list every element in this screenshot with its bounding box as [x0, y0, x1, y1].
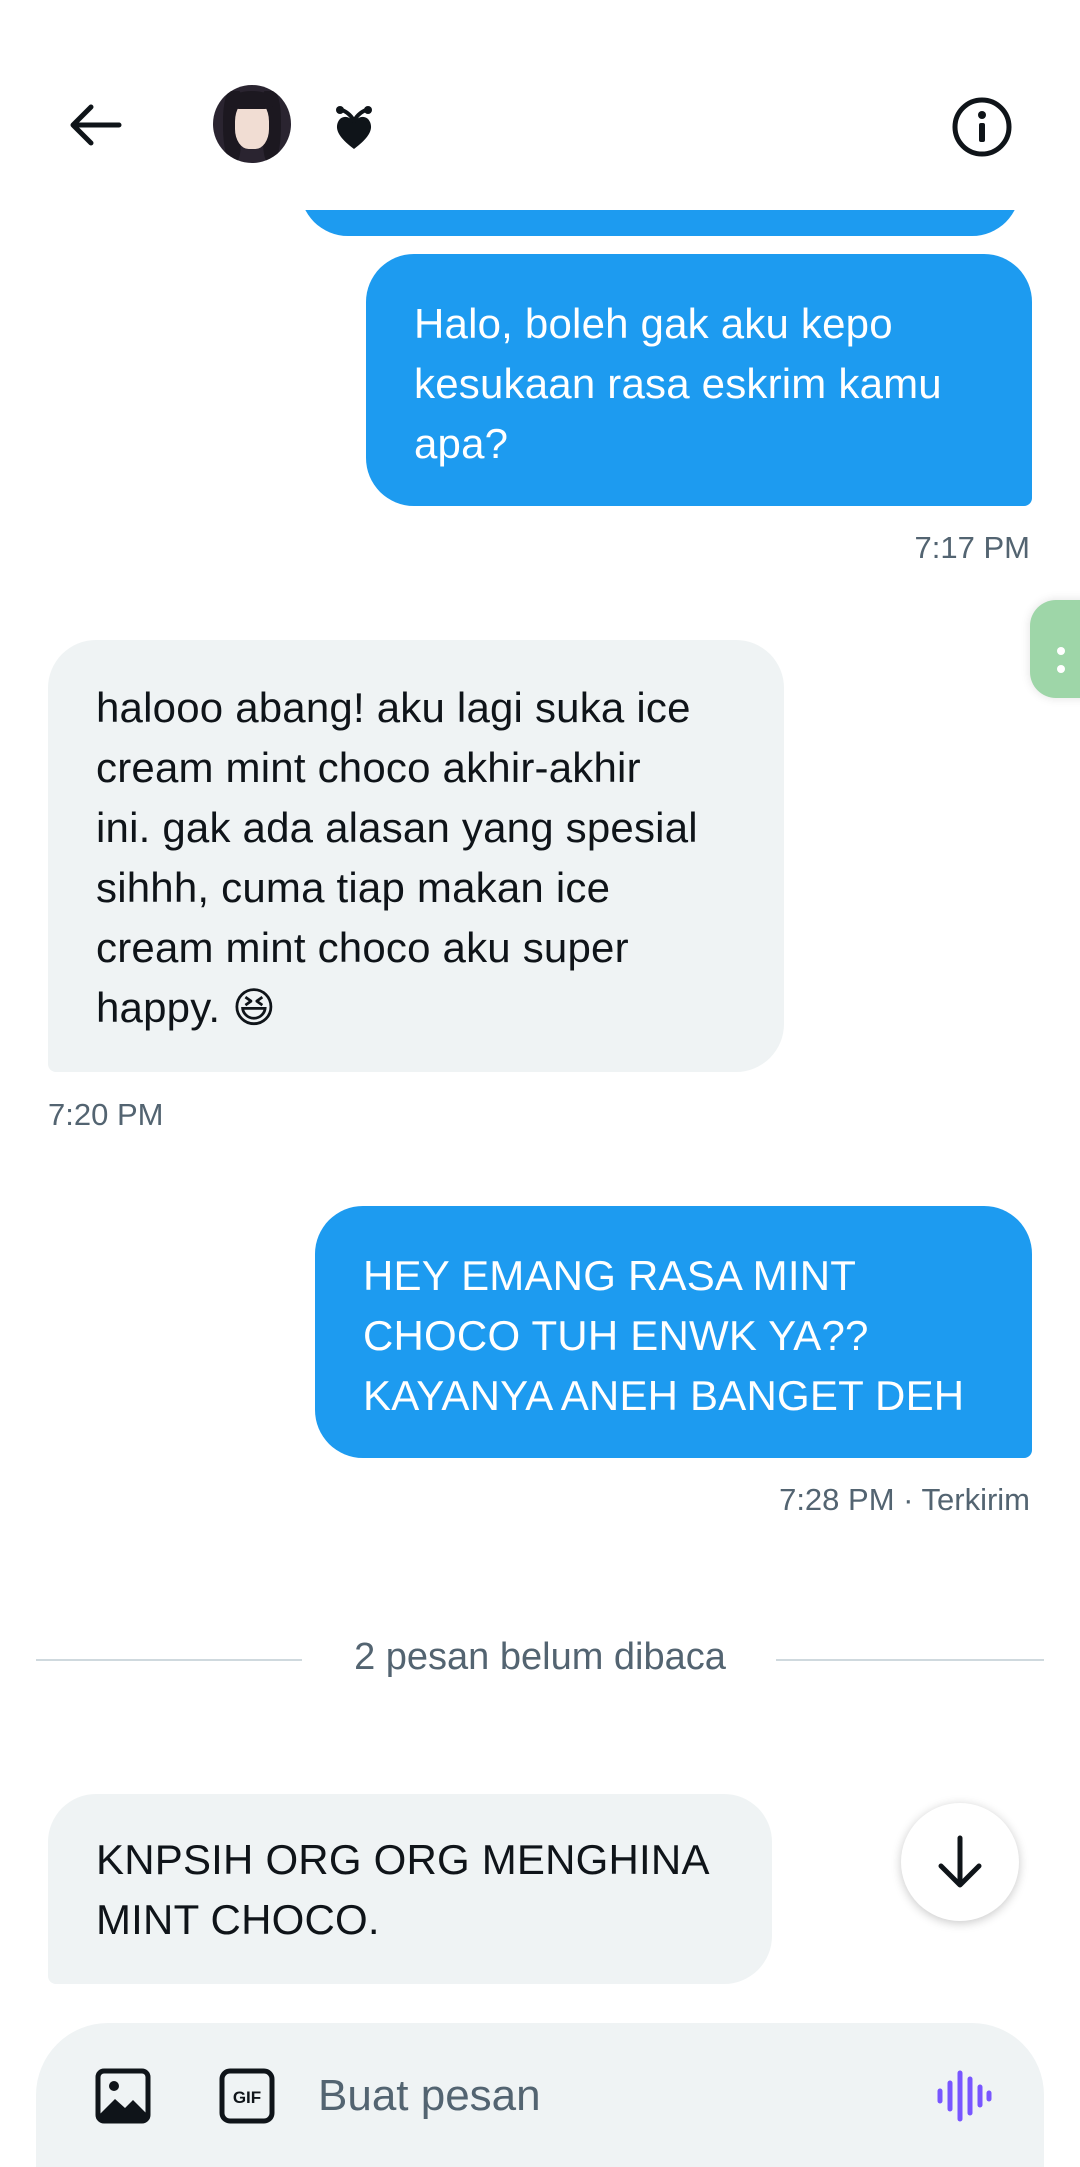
add-image-button[interactable]	[94, 2067, 152, 2125]
message-bubble-received[interactable]: KNPSIH ORG ORG MENGHINA MINT CHOCO.	[48, 1794, 772, 1984]
voice-waveform-icon	[937, 2070, 992, 2122]
voice-message-button[interactable]	[934, 2067, 994, 2125]
message-composer: GIF	[36, 2023, 1044, 2167]
scroll-down-arrow-icon	[938, 1835, 982, 1888]
message-bubble-sent[interactable]: Halo, boleh gak aku kepo kesukaan rasa e…	[366, 254, 1032, 506]
message-timestamp: 7:20 PM	[48, 1097, 164, 1132]
unread-messages-divider: 2 pesan belum dibaca	[36, 1630, 1044, 1690]
message-input[interactable]	[318, 2065, 898, 2127]
contact-avatar[interactable]	[213, 85, 291, 163]
message-bubble-sent[interactable]: HEY EMANG RASA MINT CHOCO TUH ENWK YA?? …	[315, 1206, 1032, 1458]
svg-text:GIF: GIF	[233, 2088, 261, 2107]
floating-side-tab[interactable]	[1030, 600, 1080, 698]
message-text: halooo abang! aku lagi suka ice cream mi…	[96, 684, 698, 1031]
dm-conversation-screen: Halo, boleh gak aku kepo kesukaan rasa e…	[0, 0, 1080, 2167]
contact-name-emoji[interactable]	[332, 105, 382, 155]
scroll-to-bottom-button[interactable]	[901, 1803, 1019, 1921]
more-dots-icon	[1057, 642, 1080, 673]
image-icon	[95, 2068, 151, 2124]
conversation-header	[0, 0, 1080, 210]
divider-line	[776, 1659, 1044, 1661]
back-arrow-icon	[70, 104, 122, 146]
message-text: HEY EMANG RASA MINT CHOCO TUH ENWK YA?? …	[363, 1252, 965, 1419]
message-status-timestamp: 7:28 PM · Terkirim	[779, 1482, 1030, 1517]
conversation-info-button[interactable]	[950, 95, 1014, 159]
message-text: Halo, boleh gak aku kepo kesukaan rasa e…	[414, 300, 942, 467]
heart-flourish-icon	[336, 106, 372, 149]
message-bubble-received[interactable]: halooo abang! aku lagi suka ice cream mi…	[48, 640, 784, 1072]
info-icon	[952, 97, 1012, 157]
message-timestamp: 7:17 PM	[914, 530, 1030, 565]
add-gif-button[interactable]: GIF	[218, 2067, 276, 2125]
message-text: KNPSIH ORG ORG MENGHINA MINT CHOCO.	[96, 1836, 710, 1943]
back-button[interactable]	[60, 95, 130, 155]
gif-icon: GIF	[219, 2068, 275, 2124]
unread-count-label: 2 pesan belum dibaca	[354, 1636, 726, 1678]
